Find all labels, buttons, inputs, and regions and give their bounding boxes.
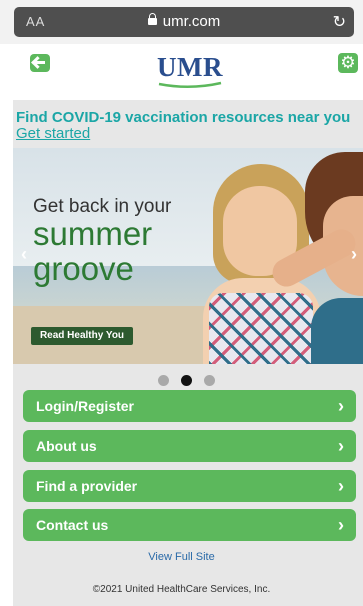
menu-label: About us [36,438,97,454]
url-text: umr.com [162,13,221,30]
banner-headline-2: summer [33,215,153,252]
lock-icon [147,13,157,25]
chevron-right-icon[interactable]: › [351,244,357,265]
login-register-button[interactable]: Login/Register › [23,390,356,422]
carousel-dot[interactable] [158,375,169,386]
banner-swimsuit [209,293,313,364]
copyright-text: ©2021 United HealthCare Services, Inc. [92,584,271,595]
find-provider-button[interactable]: Find a provider › [23,470,356,502]
chevron-right-icon: › [338,396,344,416]
umr-logo[interactable]: UMR [155,54,225,92]
logo-swoosh [158,81,222,88]
banner-headline-3: groove [33,250,134,287]
hero-banner[interactable]: Get back in your summer groove Read Heal… [13,148,363,364]
reload-icon[interactable]: ↻ [333,12,346,32]
carousel-dot-active[interactable] [181,375,192,386]
carousel-dots [158,373,227,391]
carousel-dot[interactable] [204,375,215,386]
gear-icon[interactable]: ⚙ [338,53,358,73]
menu-label: Login/Register [36,398,135,414]
logo-text: UMR [157,52,223,82]
about-us-button[interactable]: About us › [23,430,356,462]
banner-adult-shoulder [311,298,363,364]
covid-text: Find COVID-19 vaccination resources near… [16,109,351,126]
read-healthy-you-button[interactable]: Read Healthy You [31,327,133,345]
contact-us-button[interactable]: Contact us › [23,509,356,541]
covid-announcement: Find COVID-19 vaccination resources near… [16,110,356,142]
view-full-site-link[interactable]: View Full Site [0,551,363,563]
browser-address-bar: AA umr.com ↻ [0,0,363,44]
menu-label: Find a provider [36,478,138,494]
url-display[interactable]: umr.com [14,13,354,30]
back-arrow-icon[interactable] [30,54,50,72]
chevron-left-icon[interactable]: ‹ [21,244,27,265]
site-header: UMR ⚙ [13,44,363,100]
menu-label: Contact us [36,517,109,533]
chevron-right-icon: › [338,476,344,496]
get-started-link[interactable]: Get started [16,125,90,142]
chevron-right-icon: › [338,436,344,456]
address-field[interactable]: AA umr.com ↻ [14,7,354,37]
chevron-right-icon: › [338,515,344,535]
